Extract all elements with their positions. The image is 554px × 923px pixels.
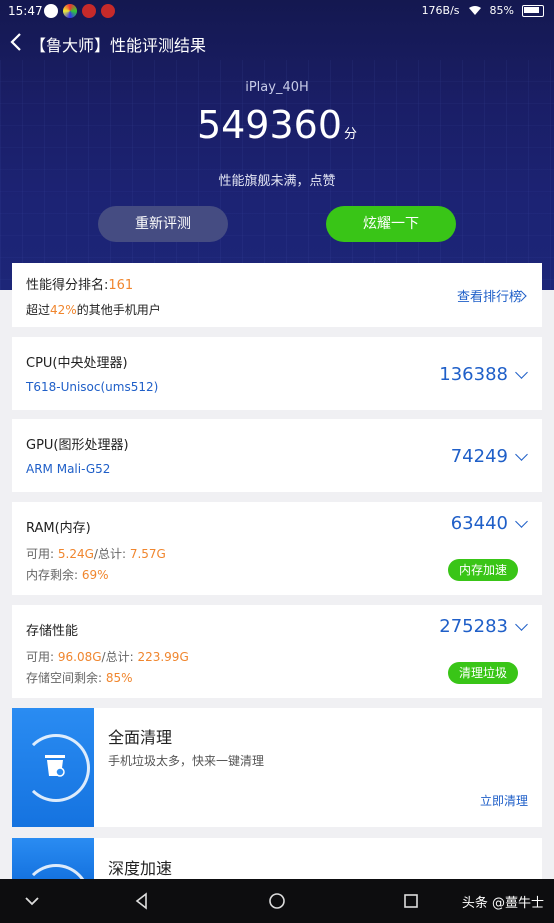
score-slogan: 性能旗舰未满，点赞 <box>218 174 336 189</box>
clean-junk-button[interactable]: 清理垃圾 <box>448 662 518 684</box>
title-bar: 【鲁大师】性能评测结果 <box>0 26 554 60</box>
deep-boost-card[interactable]: 深度加速 <box>12 838 542 879</box>
watermark: 头条 @薑牛士 <box>461 896 544 911</box>
page-title: 【鲁大师】性能评测结果 <box>30 36 207 55</box>
cpu-label: CPU(中央处理器) <box>26 356 128 371</box>
recents-nav-icon[interactable] <box>401 891 421 911</box>
beat-text: 超过42%的其他手机用户 <box>26 301 161 318</box>
net-speed: 176B/s <box>421 4 460 17</box>
beat-percent: 42% <box>50 303 77 317</box>
storage-total-label: /总计: <box>101 650 134 664</box>
ram-boost-button[interactable]: 内存加速 <box>448 559 518 581</box>
navigation-bar: 头条 @薑牛士 <box>0 879 554 923</box>
app-notification-icon <box>63 4 77 18</box>
chevron-left-icon <box>10 33 21 51</box>
device-name: iPlay_40H <box>245 80 309 95</box>
full-clean-title: 全面清理 <box>108 728 173 747</box>
ram-free-value: 69% <box>81 568 109 582</box>
clean-now-link[interactable]: 立即清理 <box>480 792 528 809</box>
gpu-model: ARM Mali-G52 <box>26 462 111 476</box>
chevron-down-icon <box>515 448 528 461</box>
full-clean-card[interactable]: 全面清理 手机垃圾太多，快来一键清理 立即清理 <box>12 708 542 827</box>
cpu-model: T618-Unisoc(ums512) <box>26 380 159 394</box>
ram-avail: 5.24G <box>57 547 94 561</box>
cpu-card[interactable]: CPU(中央处理器) T618-Unisoc(ums512) 136388 <box>12 337 542 410</box>
score-unit: 分 <box>344 127 358 142</box>
notification-icons <box>44 4 115 18</box>
hide-nav-icon[interactable] <box>22 891 42 911</box>
storage-card[interactable]: 存储性能 275283 可用: 96.08G/总计: 223.99G 存储空间剩… <box>12 605 542 698</box>
storage-free-value: 85% <box>105 671 133 685</box>
ranking-card: 性能得分排名:161 超过42%的其他手机用户 查看排行榜 <box>12 263 542 327</box>
gpu-label: GPU(图形处理器) <box>26 438 129 453</box>
battery-percent: 85% <box>489 4 514 17</box>
ram-total: 7.57G <box>129 547 166 561</box>
trash-icon <box>45 755 65 777</box>
ram-score: 63440 <box>450 513 508 534</box>
storage-total: 223.99G <box>137 650 189 664</box>
chevron-down-icon <box>515 366 528 379</box>
ram-label: RAM(内存) <box>26 521 91 536</box>
storage-avail: 96.08G <box>57 650 102 664</box>
boost-illustration <box>12 838 94 879</box>
share-button[interactable]: 炫耀一下 <box>326 206 456 242</box>
ram-free: 内存剩余: 69% <box>26 566 109 583</box>
gpu-card[interactable]: GPU(图形处理器) ARM Mali-G52 74249 <box>12 419 542 492</box>
ranking-text: 性能得分排名:161 <box>26 274 133 293</box>
status-right: 176B/s 85% <box>422 4 544 17</box>
ring-icon <box>22 864 90 879</box>
app-notification-icon <box>82 4 96 18</box>
cpu-score: 136388 <box>439 364 508 385</box>
ram-total-label: /总计: <box>93 547 126 561</box>
chevron-down-icon <box>515 618 528 631</box>
status-time: 15:47 <box>8 4 43 18</box>
storage-capacity: 可用: 96.08G/总计: 223.99G <box>26 648 189 665</box>
clean-illustration <box>12 708 94 827</box>
ram-card[interactable]: RAM(内存) 63440 可用: 5.24G/总计: 7.57G 内存剩余: … <box>12 502 542 595</box>
chevron-down-icon <box>515 515 528 528</box>
beat-suffix: 的其他手机用户 <box>76 303 161 317</box>
ranking-label: 性能得分排名: <box>26 278 109 293</box>
ram-capacity: 可用: 5.24G/总计: 7.57G <box>26 545 166 562</box>
app-notification-icon <box>44 4 58 18</box>
view-ranking-link[interactable]: 查看排行榜 <box>457 286 522 305</box>
wifi-icon <box>468 6 481 15</box>
ram-avail-label: 可用: <box>26 547 55 561</box>
full-clean-desc: 手机垃圾太多，快来一键清理 <box>108 754 265 768</box>
storage-free: 存储空间剩余: 85% <box>26 669 133 686</box>
ranking-value: 161 <box>108 278 134 293</box>
status-bar: 15:47 176B/s 85% <box>0 0 554 24</box>
storage-score: 275283 <box>439 616 508 637</box>
home-nav-icon[interactable] <box>267 891 287 911</box>
app-notification-icon <box>101 4 115 18</box>
total-score: 549360 分 <box>0 103 554 147</box>
back-nav-icon[interactable] <box>132 891 152 911</box>
battery-icon <box>522 4 544 17</box>
deep-boost-title: 深度加速 <box>108 859 173 878</box>
view-ranking-label: 查看排行榜 <box>456 290 522 305</box>
storage-label: 存储性能 <box>26 624 79 639</box>
storage-avail-label: 可用: <box>26 650 55 664</box>
score-value: 549360 <box>196 103 343 147</box>
ram-free-label: 内存剩余: <box>26 568 79 582</box>
gpu-score: 74249 <box>450 446 508 467</box>
retest-button[interactable]: 重新评测 <box>98 206 228 242</box>
back-button[interactable] <box>6 28 26 56</box>
beat-prefix: 超过 <box>26 303 51 317</box>
storage-free-label: 存储空间剩余: <box>26 671 103 685</box>
